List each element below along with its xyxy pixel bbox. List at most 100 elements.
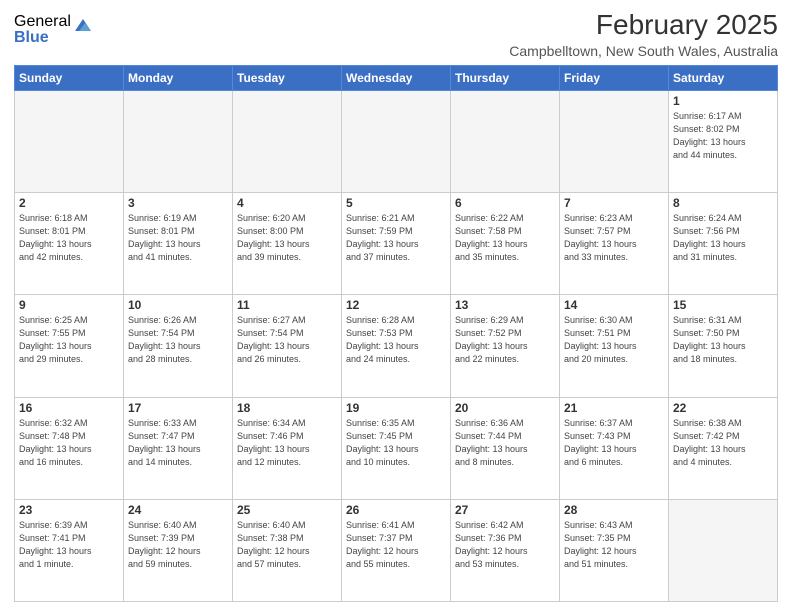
calendar-cell	[15, 90, 124, 192]
day-of-week-monday: Monday	[124, 65, 233, 90]
logo-general: General	[14, 14, 71, 30]
day-number: 18	[237, 401, 337, 415]
day-of-week-thursday: Thursday	[451, 65, 560, 90]
day-number: 8	[673, 196, 773, 210]
location-title: Campbelltown, New South Wales, Australia	[509, 43, 778, 59]
day-info: Sunrise: 6:37 AMSunset: 7:43 PMDaylight:…	[564, 417, 664, 469]
calendar-cell	[342, 90, 451, 192]
day-number: 5	[346, 196, 446, 210]
calendar-week-row: 23 Sunrise: 6:39 AMSunset: 7:41 PMDayligh…	[15, 499, 778, 601]
calendar-cell	[669, 499, 778, 601]
page: General Blue February 2025 Campbelltown,…	[0, 0, 792, 612]
calendar-cell: 23 Sunrise: 6:39 AMSunset: 7:41 PMDayligh…	[15, 499, 124, 601]
day-number: 11	[237, 298, 337, 312]
day-number: 1	[673, 94, 773, 108]
day-number: 4	[237, 196, 337, 210]
logo-icon	[73, 15, 93, 35]
calendar-cell	[451, 90, 560, 192]
calendar-cell: 7 Sunrise: 6:23 AMSunset: 7:57 PMDaylight…	[560, 193, 669, 295]
day-info: Sunrise: 6:42 AMSunset: 7:36 PMDaylight:…	[455, 519, 555, 571]
day-number: 17	[128, 401, 228, 415]
calendar-cell: 28 Sunrise: 6:43 AMSunset: 7:35 PMDayligh…	[560, 499, 669, 601]
day-number: 26	[346, 503, 446, 517]
day-number: 10	[128, 298, 228, 312]
calendar-cell: 1Sunrise: 6:17 AMSunset: 8:02 PMDaylight…	[669, 90, 778, 192]
calendar-cell: 22Sunrise: 6:38 AMSunset: 7:42 PMDayligh…	[669, 397, 778, 499]
calendar-cell: 18Sunrise: 6:34 AMSunset: 7:46 PMDayligh…	[233, 397, 342, 499]
day-of-week-wednesday: Wednesday	[342, 65, 451, 90]
day-info: Sunrise: 6:19 AMSunset: 8:01 PMDaylight:…	[128, 212, 228, 264]
calendar-cell: 8 Sunrise: 6:24 AMSunset: 7:56 PMDaylight…	[669, 193, 778, 295]
day-info: Sunrise: 6:23 AMSunset: 7:57 PMDaylight:…	[564, 212, 664, 264]
day-of-week-friday: Friday	[560, 65, 669, 90]
day-info: Sunrise: 6:32 AMSunset: 7:48 PMDaylight:…	[19, 417, 119, 469]
day-info: Sunrise: 6:35 AMSunset: 7:45 PMDaylight:…	[346, 417, 446, 469]
logo-blue: Blue	[14, 30, 71, 46]
calendar-week-row: 16 Sunrise: 6:32 AMSunset: 7:48 PMDayligh…	[15, 397, 778, 499]
day-info: Sunrise: 6:41 AMSunset: 7:37 PMDaylight:…	[346, 519, 446, 571]
day-number: 22	[673, 401, 773, 415]
header: General Blue February 2025 Campbelltown,…	[14, 10, 778, 59]
calendar-cell	[124, 90, 233, 192]
day-info: Sunrise: 6:27 AMSunset: 7:54 PMDaylight:…	[237, 314, 337, 366]
day-number: 9	[19, 298, 119, 312]
calendar-cell: 26 Sunrise: 6:41 AMSunset: 7:37 PMDayligh…	[342, 499, 451, 601]
day-info: Sunrise: 6:24 AMSunset: 7:56 PMDaylight:…	[673, 212, 773, 264]
day-number: 3	[128, 196, 228, 210]
day-number: 24	[128, 503, 228, 517]
day-info: Sunrise: 6:26 AMSunset: 7:54 PMDaylight:…	[128, 314, 228, 366]
day-info: Sunrise: 6:18 AMSunset: 8:01 PMDaylight:…	[19, 212, 119, 264]
calendar-cell: 2Sunrise: 6:18 AMSunset: 8:01 PMDaylight…	[15, 193, 124, 295]
calendar-cell: 19 Sunrise: 6:35 AMSunset: 7:45 PMDayligh…	[342, 397, 451, 499]
calendar-cell: 6 Sunrise: 6:22 AMSunset: 7:58 PMDaylight…	[451, 193, 560, 295]
title-block: February 2025 Campbelltown, New South Wa…	[509, 10, 778, 59]
calendar-cell: 24 Sunrise: 6:40 AMSunset: 7:39 PMDayligh…	[124, 499, 233, 601]
day-number: 27	[455, 503, 555, 517]
day-info: Sunrise: 6:28 AMSunset: 7:53 PMDaylight:…	[346, 314, 446, 366]
day-number: 14	[564, 298, 664, 312]
calendar-week-row: 1Sunrise: 6:17 AMSunset: 8:02 PMDaylight…	[15, 90, 778, 192]
day-number: 28	[564, 503, 664, 517]
day-of-week-tuesday: Tuesday	[233, 65, 342, 90]
calendar-cell: 3 Sunrise: 6:19 AMSunset: 8:01 PMDaylight…	[124, 193, 233, 295]
calendar-cell: 15Sunrise: 6:31 AMSunset: 7:50 PMDayligh…	[669, 295, 778, 397]
day-number: 21	[564, 401, 664, 415]
day-info: Sunrise: 6:20 AMSunset: 8:00 PMDaylight:…	[237, 212, 337, 264]
calendar-cell: 20 Sunrise: 6:36 AMSunset: 7:44 PMDayligh…	[451, 397, 560, 499]
day-of-week-saturday: Saturday	[669, 65, 778, 90]
calendar-cell	[233, 90, 342, 192]
calendar-cell	[560, 90, 669, 192]
calendar-cell: 5 Sunrise: 6:21 AMSunset: 7:59 PMDaylight…	[342, 193, 451, 295]
day-info: Sunrise: 6:29 AMSunset: 7:52 PMDaylight:…	[455, 314, 555, 366]
day-info: Sunrise: 6:40 AMSunset: 7:38 PMDaylight:…	[237, 519, 337, 571]
calendar-cell: 27 Sunrise: 6:42 AMSunset: 7:36 PMDayligh…	[451, 499, 560, 601]
calendar-table: SundayMondayTuesdayWednesdayThursdayFrid…	[14, 65, 778, 602]
day-info: Sunrise: 6:21 AMSunset: 7:59 PMDaylight:…	[346, 212, 446, 264]
calendar-cell: 16 Sunrise: 6:32 AMSunset: 7:48 PMDayligh…	[15, 397, 124, 499]
day-number: 23	[19, 503, 119, 517]
day-info: Sunrise: 6:39 AMSunset: 7:41 PMDaylight:…	[19, 519, 119, 571]
logo: General Blue	[14, 14, 93, 46]
day-number: 6	[455, 196, 555, 210]
calendar-cell: 4 Sunrise: 6:20 AMSunset: 8:00 PMDaylight…	[233, 193, 342, 295]
day-info: Sunrise: 6:31 AMSunset: 7:50 PMDaylight:…	[673, 314, 773, 366]
calendar-cell: 25 Sunrise: 6:40 AMSunset: 7:38 PMDayligh…	[233, 499, 342, 601]
day-info: Sunrise: 6:36 AMSunset: 7:44 PMDaylight:…	[455, 417, 555, 469]
day-info: Sunrise: 6:30 AMSunset: 7:51 PMDaylight:…	[564, 314, 664, 366]
day-info: Sunrise: 6:33 AMSunset: 7:47 PMDaylight:…	[128, 417, 228, 469]
calendar-cell: 21 Sunrise: 6:37 AMSunset: 7:43 PMDayligh…	[560, 397, 669, 499]
day-number: 20	[455, 401, 555, 415]
calendar-cell: 14 Sunrise: 6:30 AMSunset: 7:51 PMDayligh…	[560, 295, 669, 397]
calendar-cell: 12 Sunrise: 6:28 AMSunset: 7:53 PMDayligh…	[342, 295, 451, 397]
day-info: Sunrise: 6:22 AMSunset: 7:58 PMDaylight:…	[455, 212, 555, 264]
day-number: 7	[564, 196, 664, 210]
day-number: 19	[346, 401, 446, 415]
day-number: 16	[19, 401, 119, 415]
day-info: Sunrise: 6:25 AMSunset: 7:55 PMDaylight:…	[19, 314, 119, 366]
logo-text: General Blue	[14, 14, 71, 46]
day-number: 12	[346, 298, 446, 312]
day-info: Sunrise: 6:43 AMSunset: 7:35 PMDaylight:…	[564, 519, 664, 571]
day-number: 25	[237, 503, 337, 517]
day-info: Sunrise: 6:40 AMSunset: 7:39 PMDaylight:…	[128, 519, 228, 571]
calendar-week-row: 2Sunrise: 6:18 AMSunset: 8:01 PMDaylight…	[15, 193, 778, 295]
